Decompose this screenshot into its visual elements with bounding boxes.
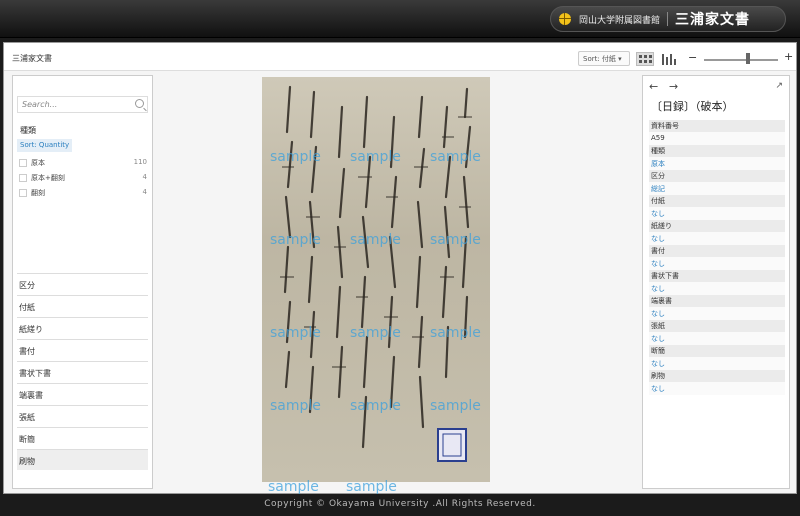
zoom-out-icon[interactable]: − — [688, 51, 697, 64]
library-name: 岡山大学附属図書館 — [579, 15, 661, 26]
meta-key: 書状下書 — [649, 270, 785, 282]
grid-view-icon[interactable] — [636, 52, 654, 66]
breadcrumb[interactable]: 三浦家文書 — [12, 53, 52, 64]
meta-value-link[interactable]: なし — [649, 332, 785, 345]
zoom-slider-handle[interactable] — [746, 53, 750, 64]
facet-hauragaki[interactable]: 端裏書 — [17, 383, 148, 404]
meta-value-link[interactable]: なし — [649, 357, 785, 370]
watermark: sample — [350, 398, 401, 414]
library-brand[interactable]: 岡山大学附属図書館 三浦家文書 — [550, 6, 786, 32]
facet-shojo-shitagaki[interactable]: 書状下書 — [17, 361, 148, 382]
filter-panel: Search... 種類 Sort: Quantity 原本 110 原本+翻刻… — [12, 75, 153, 489]
watermark: sample — [350, 232, 401, 248]
option-count: 110 — [133, 158, 147, 166]
facet-fusen[interactable]: 付紙 — [17, 295, 148, 316]
meta-value-link[interactable]: なし — [649, 307, 785, 320]
record-title: 〔日録〕（破本） — [651, 100, 734, 113]
meta-key: 張紙 — [649, 320, 785, 332]
watermark: sample — [430, 232, 481, 248]
meta-key: 書付 — [649, 245, 785, 257]
meta-value-link[interactable]: なし — [649, 382, 785, 395]
search-icon[interactable] — [135, 99, 144, 108]
watermark: sample — [270, 149, 321, 165]
meta-value-link[interactable]: なし — [649, 232, 785, 245]
filter-option[interactable]: 原本+翻刻 4 — [19, 173, 147, 185]
sort-dropdown[interactable]: Sort: 付紙 ▾ — [578, 51, 630, 66]
watermark: sample — [430, 149, 481, 165]
copyright-footer: Copyright © Okayama University .All Righ… — [264, 499, 536, 509]
sort-quantity-link[interactable]: Sort: Quantity — [17, 139, 73, 152]
watermark: sample — [346, 479, 397, 495]
meta-value-link[interactable]: 総記 — [649, 182, 785, 195]
meta-value-link[interactable]: なし — [649, 282, 785, 295]
search-input[interactable]: Search... — [17, 96, 148, 113]
collection-title: 三浦家文書 — [675, 12, 751, 28]
facet-title: 種類 — [20, 126, 36, 135]
bar-view-icon[interactable] — [660, 52, 678, 66]
watermark: sample — [430, 398, 481, 414]
detail-panel: ← → ↗ 〔日録〕（破本） 資料番号 A59 種類 原本 区分 総記 付紙 な… — [642, 75, 790, 489]
facet-koyori[interactable]: 紙縒り — [17, 317, 148, 338]
meta-key: 断簡 — [649, 345, 785, 357]
document-image[interactable]: sample sample sample sample sample sampl… — [262, 77, 490, 495]
watermark: sample — [270, 325, 321, 341]
metadata-list: 資料番号 A59 種類 原本 区分 総記 付紙 なし 紙縒り なし 書付 なし … — [649, 120, 785, 395]
filter-option[interactable]: 原本 110 — [19, 158, 147, 170]
zoom-in-icon[interactable]: + — [784, 50, 793, 63]
meta-value: A59 — [649, 132, 785, 145]
checkbox[interactable] — [19, 189, 27, 197]
meta-value-link[interactable]: 原本 — [649, 157, 785, 170]
top-bar: 岡山大学附属図書館 三浦家文書 — [0, 0, 800, 38]
meta-key: 種類 — [649, 145, 785, 157]
globe-icon — [559, 13, 571, 25]
main-frame: 三浦家文書 Sort: 付紙 ▾ − + Search... 種類 Sort: … — [3, 42, 797, 495]
option-count: 4 — [142, 173, 147, 181]
manuscript-image — [280, 85, 472, 462]
expand-icon[interactable]: ↗ — [775, 81, 783, 91]
meta-key: 区分 — [649, 170, 785, 182]
watermark: sample — [270, 232, 321, 248]
facet-harigami[interactable]: 張紙 — [17, 405, 148, 426]
watermark: sample — [430, 325, 481, 341]
meta-key: 端裏書 — [649, 295, 785, 307]
filter-option[interactable]: 翻刻 4 — [19, 188, 147, 200]
facet-kakitsuke[interactable]: 書付 — [17, 339, 148, 360]
checkbox[interactable] — [19, 174, 27, 182]
meta-value-link[interactable]: なし — [649, 207, 785, 220]
option-count: 4 — [142, 188, 147, 196]
checkbox[interactable] — [19, 159, 27, 167]
meta-key: 刷物 — [649, 370, 785, 382]
watermark: sample — [270, 398, 321, 414]
facet-dankan[interactable]: 断簡 — [17, 427, 148, 448]
facet-kubun[interactable]: 区分 — [17, 273, 148, 294]
meta-key: 紙縒り — [649, 220, 785, 232]
watermark: sample — [268, 479, 319, 495]
divider — [667, 12, 669, 26]
facet-surimono[interactable]: 刷物 — [17, 449, 148, 470]
zoom-slider[interactable] — [704, 59, 778, 61]
meta-value-link[interactable]: なし — [649, 257, 785, 270]
prev-arrow-icon[interactable]: ← — [649, 80, 658, 93]
next-arrow-icon[interactable]: → — [669, 80, 678, 93]
meta-key: 付紙 — [649, 195, 785, 207]
watermark: sample — [350, 325, 401, 341]
toolbar: 三浦家文書 Sort: 付紙 ▾ − + — [4, 43, 796, 71]
watermark: sample — [350, 149, 401, 165]
meta-key: 資料番号 — [649, 120, 785, 132]
